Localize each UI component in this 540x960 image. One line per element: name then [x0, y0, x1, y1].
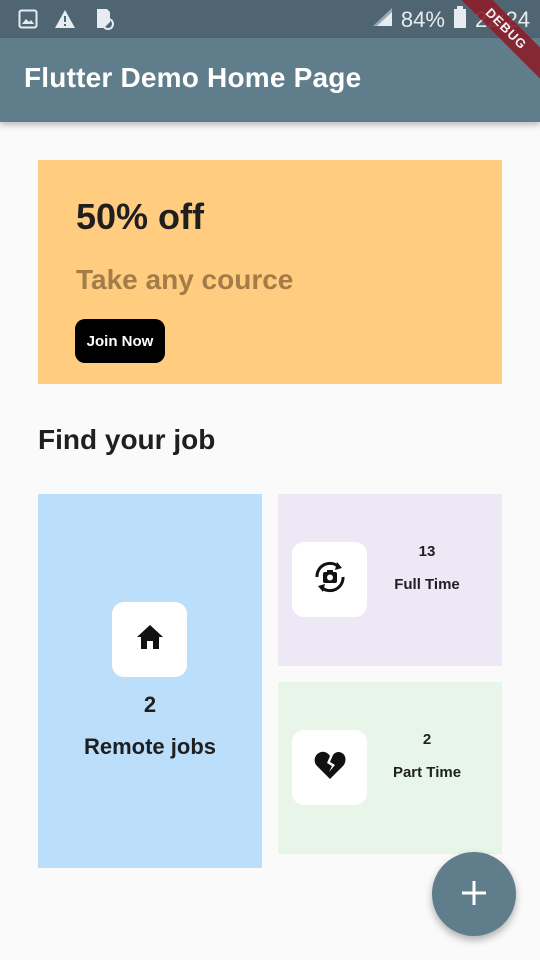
- promo-subtitle: Take any cource: [76, 264, 294, 295]
- status-left-icons: [18, 8, 114, 35]
- promo-title: 50% off: [76, 196, 205, 237]
- broken-heart-icon: [314, 750, 346, 785]
- battery-icon: [453, 6, 467, 34]
- camera-rotate-icon: [311, 558, 349, 601]
- plus-icon: [461, 880, 487, 909]
- add-fab-button[interactable]: [432, 852, 516, 936]
- status-right: 84% 22:24: [371, 6, 530, 34]
- part-time-icon-box: [292, 730, 367, 805]
- section-title: Find your job: [38, 424, 216, 455]
- full-time-card[interactable]: 13 Full Time: [278, 494, 502, 666]
- page-title: Flutter Demo Home Page: [24, 62, 362, 93]
- remote-jobs-label: Remote jobs: [83, 734, 217, 759]
- remote-jobs-count: 2: [143, 692, 157, 717]
- full-time-label: Full Time: [394, 576, 460, 593]
- part-time-card[interactable]: 2 Part Time: [278, 682, 502, 854]
- promo-card: 50% off Take any cource Join Now: [38, 160, 502, 384]
- status-bar: 84% 22:24: [0, 0, 540, 38]
- part-time-label: Part Time: [392, 764, 462, 781]
- image-icon: [18, 9, 38, 34]
- clock: 22:24: [474, 7, 530, 32]
- full-time-count: 13: [418, 543, 436, 560]
- battery-percent: 84%: [400, 7, 445, 32]
- remote-icon-box: [112, 602, 187, 677]
- warning-icon: [54, 9, 76, 34]
- sd-card-sync-icon: [92, 8, 114, 35]
- app-bar: Flutter Demo Home Page: [0, 38, 540, 122]
- home-icon: [135, 623, 165, 656]
- join-now-button[interactable]: Join Now: [75, 319, 165, 363]
- signal-icon: [371, 7, 393, 33]
- remote-jobs-card[interactable]: 2 Remote jobs: [38, 494, 262, 868]
- part-time-count: 2: [422, 731, 432, 748]
- full-time-icon-box: [292, 542, 367, 617]
